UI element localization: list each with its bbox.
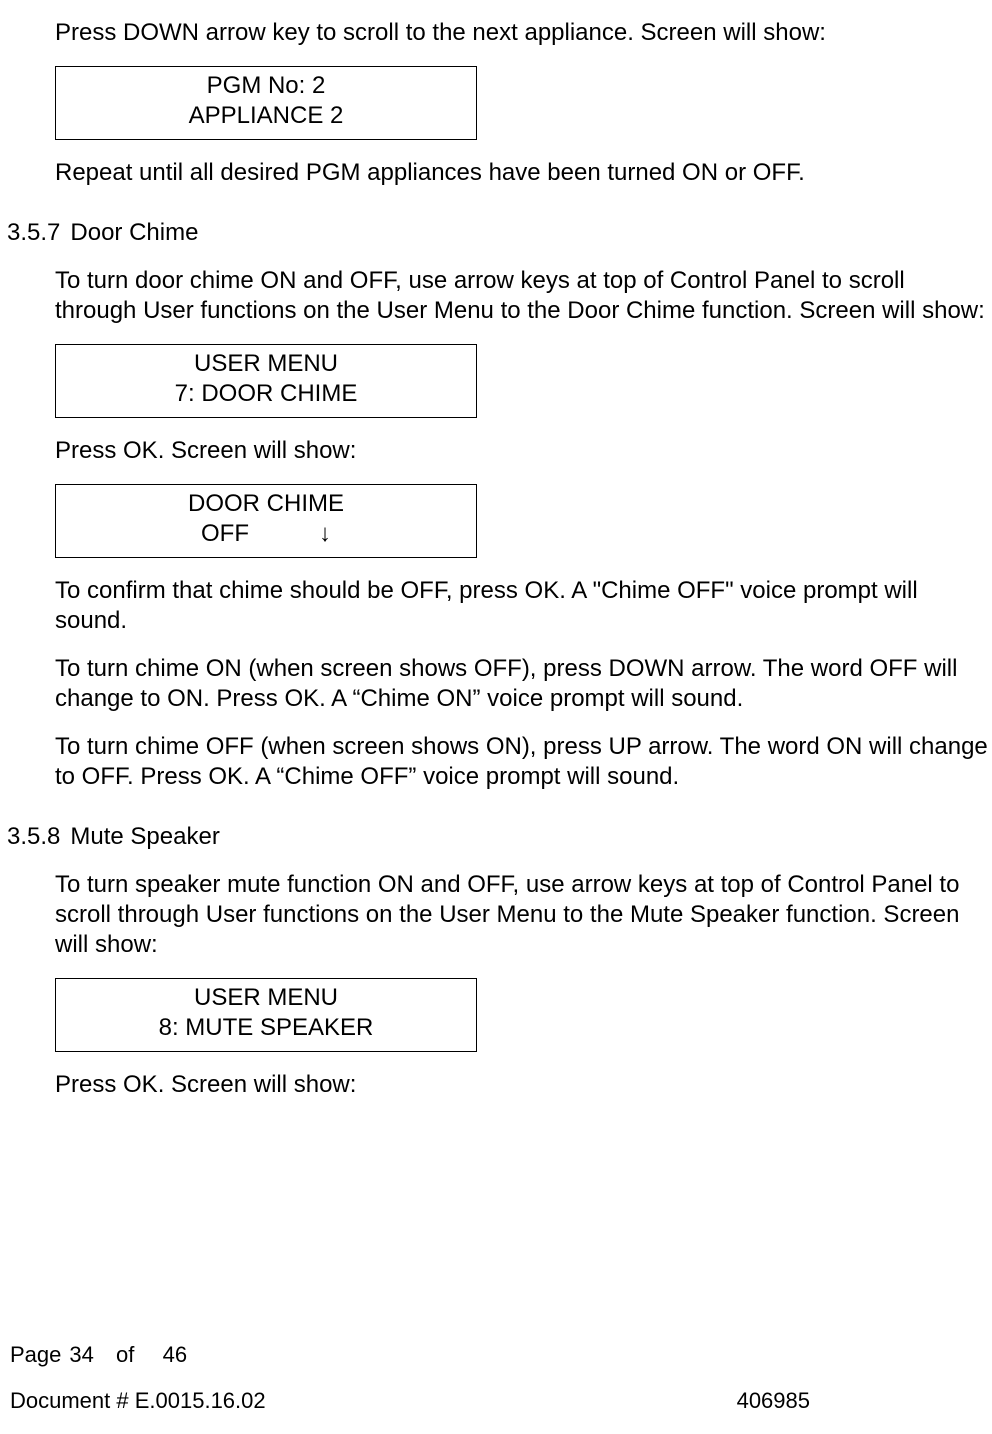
paragraph: To turn chime ON (when screen shows OFF)… [55,654,990,714]
lcd-line-1: USER MENU [194,983,338,1013]
lcd-screen-pgm-2: PGM No: 2 APPLIANCE 2 [55,66,477,140]
page-word: Page [10,1341,61,1369]
paragraph: To confirm that chime should be OFF, pre… [55,576,990,636]
lcd-screen-door-chime-off: DOOR CHIME OFF ↓ [55,484,477,558]
paragraph: Press OK. Screen will show: [55,1070,990,1100]
document-number-label: Document # E.0015.16.02 [10,1387,266,1415]
document-right-number: 406985 [737,1387,810,1415]
paragraph: Press DOWN arrow key to scroll to the ne… [55,18,990,48]
section-number: 3.5.8 [7,822,60,852]
total-pages: 46 [163,1341,187,1369]
lcd-line-2: 8: MUTE SPEAKER [159,1013,374,1043]
lcd-line-1: PGM No: 2 [207,71,326,101]
of-word: of [116,1341,134,1369]
down-arrow-icon: ↓ [319,519,331,549]
section-heading-door-chime: 3.5.7 Door Chime [55,218,990,248]
section-heading-mute-speaker: 3.5.8 Mute Speaker [55,822,990,852]
page-footer: Page 34 of 46 Document # E.0015.16.02 40… [0,1341,992,1414]
lcd-line-1: DOOR CHIME [188,489,344,519]
content-area: Press DOWN arrow key to scroll to the ne… [0,18,990,1100]
document-id-row: Document # E.0015.16.02 406985 [10,1387,810,1415]
section-title: Mute Speaker [70,822,219,852]
paragraph: Press OK. Screen will show: [55,436,990,466]
lcd-value: OFF [201,519,249,549]
lcd-line-1: USER MENU [194,349,338,379]
section-title: Door Chime [70,218,198,248]
lcd-line-2: APPLIANCE 2 [189,101,344,131]
paragraph: To turn speaker mute function ON and OFF… [55,870,990,960]
paragraph: To turn chime OFF (when screen shows ON)… [55,732,990,792]
paragraph: To turn door chime ON and OFF, use arrow… [55,266,990,326]
paragraph: Repeat until all desired PGM appliances … [55,158,990,188]
page-number-row: Page 34 of 46 [10,1341,952,1369]
page-number: 34 [69,1341,93,1369]
section-number: 3.5.7 [7,218,60,248]
lcd-screen-user-menu-8: USER MENU 8: MUTE SPEAKER [55,978,477,1052]
lcd-screen-user-menu-7: USER MENU 7: DOOR CHIME [55,344,477,418]
lcd-line-2: 7: DOOR CHIME [175,379,358,409]
document-page: Press DOWN arrow key to scroll to the ne… [0,18,992,1434]
